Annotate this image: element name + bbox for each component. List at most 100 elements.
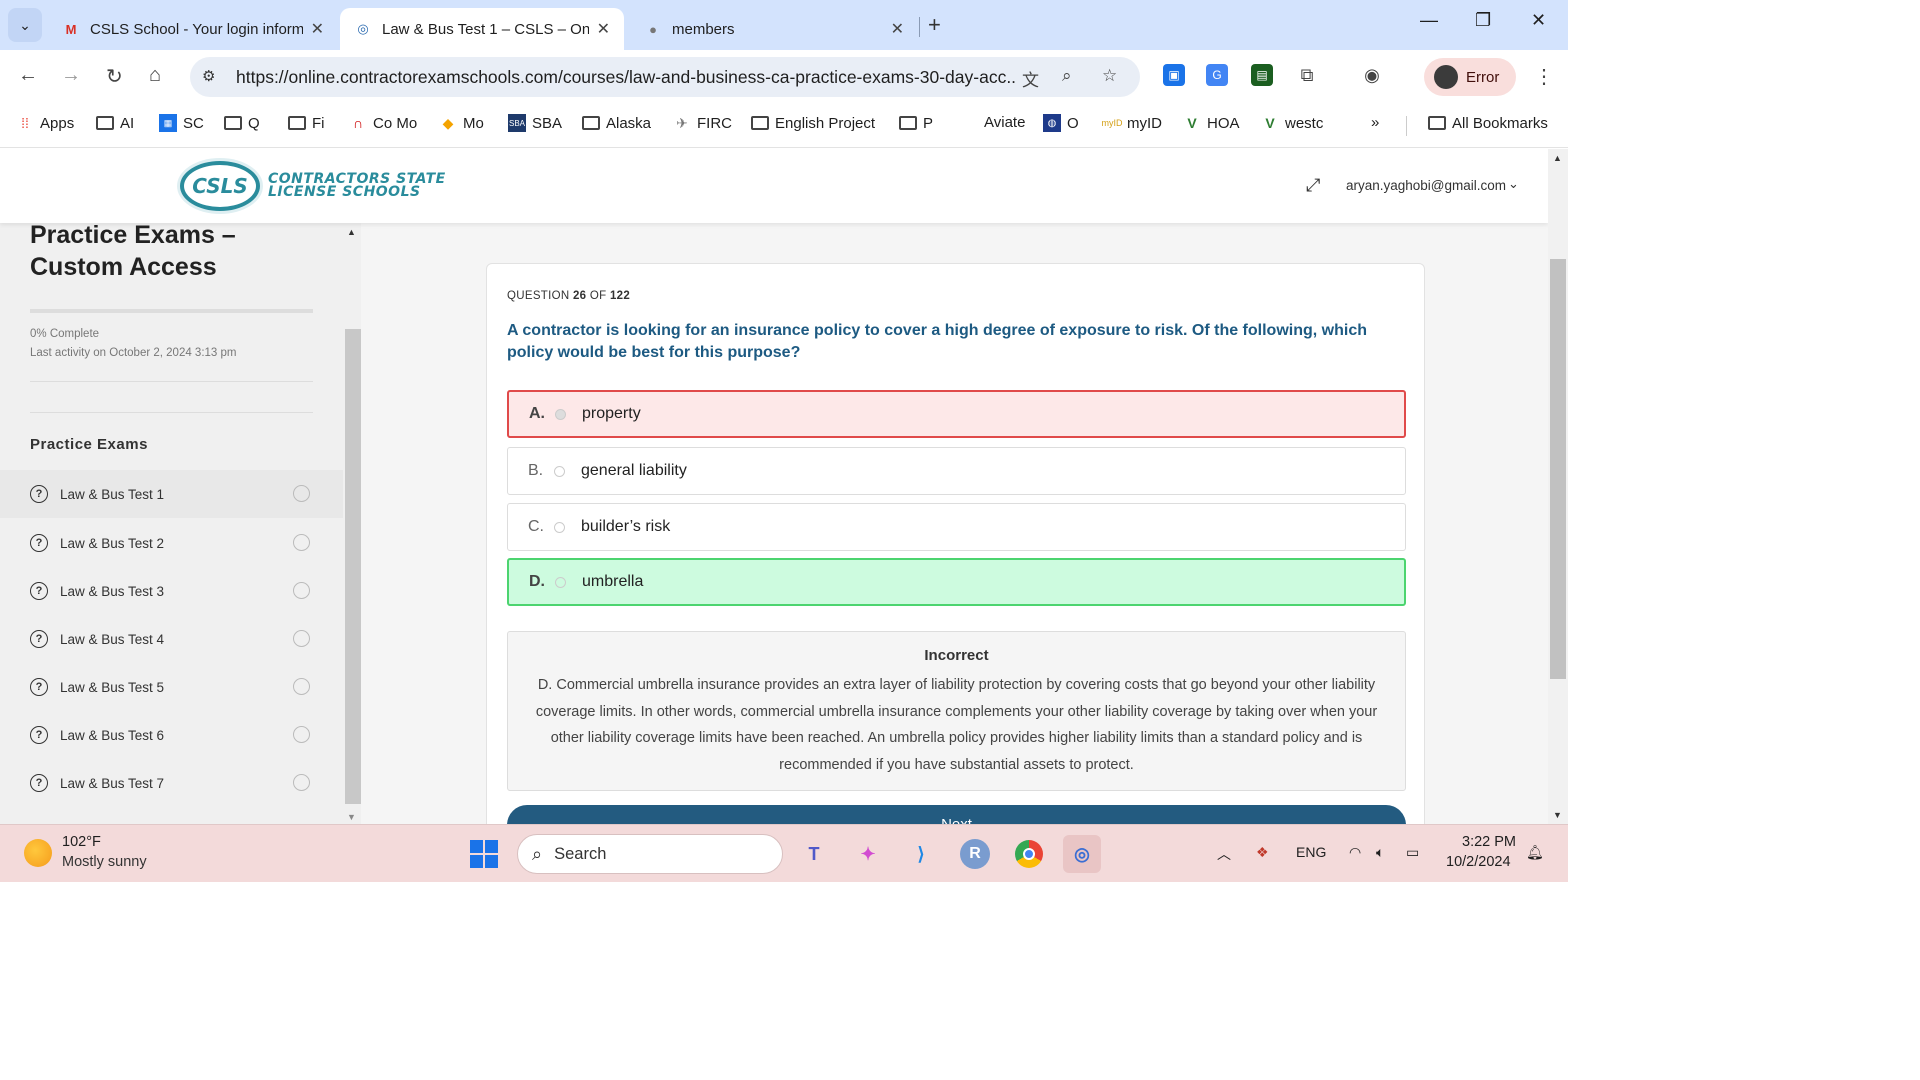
bookmark-myid[interactable]: myID myID [1102,114,1163,132]
dropbox-icon[interactable]: ❖ [1256,844,1269,861]
bookmark-hoa[interactable]: V HOA [1183,114,1239,132]
fullscreen-expand-icon[interactable]: ⤢ [1306,175,1320,196]
bookmark-ai[interactable]: AI [96,114,134,132]
url-text[interactable]: https://online.contractorexamschools.com… [236,67,1016,88]
close-icon[interactable]: ✕ [311,19,324,39]
notifications-bell-icon[interactable]: 🔔︎ [1526,844,1544,861]
scroll-up-arrow-icon[interactable]: ▲ [1553,153,1562,163]
scroll-up-arrow-icon[interactable]: ▲ [347,227,356,237]
radio-button[interactable] [555,408,566,420]
battery-icon[interactable]: ▭ [1406,844,1419,861]
new-tab-button[interactable]: + [928,12,941,38]
bookmark-firc[interactable]: ✈ FIRC [673,114,732,132]
weather-sun-icon[interactable] [24,839,52,867]
next-button[interactable]: Next [507,805,1406,824]
answer-option-c[interactable]: C. builder’s risk [507,503,1406,551]
bookmark-star-icon[interactable]: ☆ [1102,66,1117,86]
sidebar-item-law-bus-test-3[interactable]: ? Law & Bus Test 3 [0,567,343,615]
zoom-icon[interactable]: ⌕ [1062,66,1072,86]
taskbar-search[interactable]: ⌕ Search [517,834,783,874]
profile-button[interactable]: Error [1424,58,1516,96]
tab-gmail[interactable]: M CSLS School - Your login inform ✕ [48,8,338,50]
bookmark-westc[interactable]: Vwestc [1261,114,1323,132]
tab-search-button[interactable]: ⌄ [8,8,42,42]
tab-title: members [672,20,735,38]
translate-icon[interactable]: 文 [1022,66,1039,91]
vscode-icon[interactable]: ⟩ [902,835,940,873]
quiz-card: QUESTION 26 OF 122 A contractor is looki… [486,263,1425,824]
windows-start-icon[interactable] [470,840,498,868]
sidebar-item-law-bus-test-4[interactable]: ? Law & Bus Test 4 [0,615,343,663]
scroll-down-arrow-icon[interactable]: ▼ [347,812,356,822]
language-indicator[interactable]: ENG [1296,844,1326,860]
bookmark-q[interactable]: Q [224,114,260,132]
bookmark-alaska[interactable]: Alaska [582,114,651,132]
weather-description[interactable]: Mostly sunny [62,854,147,870]
section-heading: Practice Exams [30,436,148,453]
tab-law-bus-test[interactable]: ◎ Law & Bus Test 1 – CSLS – Onlin ✕ [340,8,624,50]
bookmark-o[interactable]: ◍ O [1043,114,1079,132]
sidebar-scrollbar[interactable]: ▲ ▼ [343,223,361,824]
bookmark-p[interactable]: P [899,114,933,132]
clock-time[interactable]: 3:22 PM [1460,834,1516,850]
forward-icon[interactable]: → [61,64,81,87]
weather-temperature[interactable]: 102°F [62,834,101,850]
user-email[interactable]: aryan.yaghobi@gmail.com [1346,178,1506,193]
extensions-puzzle-icon[interactable]: ⧉ [1296,64,1318,86]
bookmark-aviate[interactable]: Aviate [984,114,1025,131]
chrome-icon[interactable] [1010,835,1048,873]
reload-icon[interactable]: ↻ [106,64,123,89]
teams-icon[interactable]: T [795,835,833,873]
radio-button[interactable] [555,576,566,588]
bookmark-apps[interactable]: ⁞⁞ Apps [16,114,74,132]
home-icon[interactable]: ⌂ [149,64,161,87]
site-logo[interactable]: CSLS CONTRACTORS STATE LICENSE SCHOOLS [180,161,446,211]
sidebar-item-law-bus-test-7[interactable]: ? Law & Bus Test 7 [0,759,343,807]
bookmark-fi[interactable]: Fi [288,114,325,132]
close-icon[interactable]: ✕ [597,19,610,39]
chevron-down-icon[interactable]: ⌄ [1508,176,1519,192]
restore-icon[interactable]: ❐ [1475,10,1491,31]
address-bar[interactable]: ⚙ https://online.contractorexamschools.c… [190,57,1140,97]
monitor-extension-icon[interactable]: ▤ [1251,64,1273,86]
bookmark-sba[interactable]: SBA SBA [508,114,562,132]
page-scrollbar[interactable]: ▲ ▼ [1548,149,1568,824]
bookmarks-overflow-button[interactable]: » [1371,114,1379,131]
bookmark-mo[interactable]: ◆ Mo [439,114,484,132]
sidebar-item-law-bus-test-1[interactable]: ? Law & Bus Test 1 [0,470,343,518]
sidebar-item-law-bus-test-2[interactable]: ? Law & Bus Test 2 [0,519,343,567]
tab-members[interactable]: ● members ✕ [630,8,918,50]
bookmark-sc[interactable]: ▦ SC [159,114,204,132]
site-info-icon[interactable]: ⚙ [202,67,215,85]
r-app-icon[interactable]: R [956,835,994,873]
bookmark-co-mo[interactable]: ∩ Co Mo [349,114,417,132]
folder-icon [96,114,114,132]
minimize-icon[interactable]: — [1420,10,1438,31]
answer-option-a[interactable]: A. property [507,390,1406,438]
volume-icon[interactable]: 🔈︎ [1376,844,1384,861]
show-hidden-icons-icon[interactable]: ︿ [1217,844,1231,864]
screenshot-extension-icon[interactable]: ▣ [1163,64,1185,86]
all-bookmarks-button[interactable]: All Bookmarks [1428,114,1548,132]
bookmark-english-project[interactable]: English Project [751,114,875,132]
folder-icon [1428,114,1446,132]
wifi-icon[interactable]: ◠ [1349,844,1361,861]
google-translate-extension-icon[interactable]: G [1206,64,1228,86]
scrollbar-thumb[interactable] [1550,259,1566,679]
sidebar-item-law-bus-test-6[interactable]: ? Law & Bus Test 6 [0,711,343,759]
menu-dots-icon[interactable]: ⋮ [1534,64,1554,89]
scrollbar-thumb[interactable] [345,329,361,804]
sidebar-item-law-bus-test-5[interactable]: ? Law & Bus Test 5 [0,663,343,711]
answer-option-b[interactable]: B. general liability [507,447,1406,495]
close-icon[interactable]: ✕ [891,19,904,39]
back-icon[interactable]: ← [18,64,38,87]
radio-button[interactable] [554,465,565,477]
radio-button[interactable] [554,521,565,533]
clock-date[interactable]: 10/2/2024 [1446,854,1511,870]
zoom-meeting-icon[interactable]: ◎ [1063,835,1101,873]
scroll-down-arrow-icon[interactable]: ▼ [1553,810,1562,820]
lens-icon[interactable]: ◉ [1361,64,1383,86]
close-window-icon[interactable]: ✕ [1531,10,1546,31]
copilot-icon[interactable]: ✦ [849,835,887,873]
answer-option-d[interactable]: D. umbrella [507,558,1406,606]
